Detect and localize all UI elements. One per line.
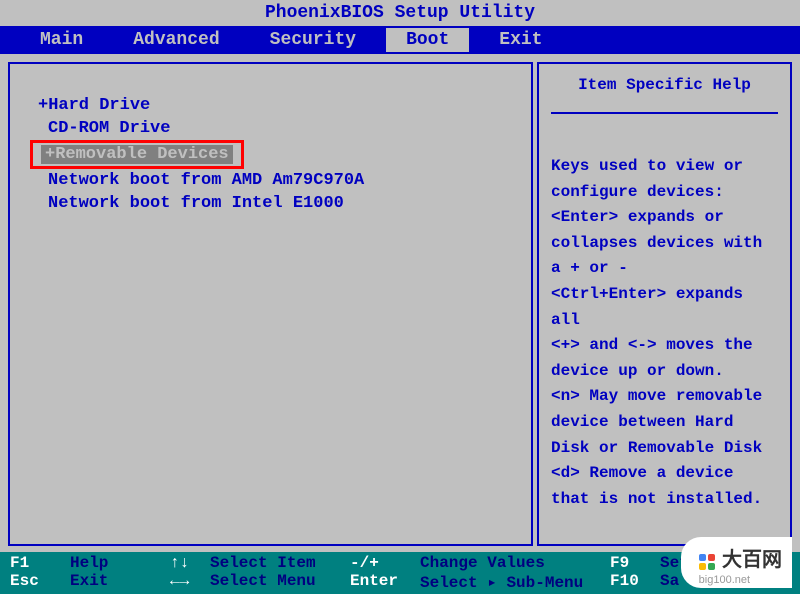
footer-key-f1[interactable]: F1 — [10, 554, 29, 572]
menu-bar: Main Advanced Security Boot Exit — [0, 26, 800, 54]
footer-label-selectitem: Select Item — [210, 554, 316, 572]
boot-item-removable[interactable]: +Removable Devices — [30, 140, 244, 169]
content-area: +Hard Drive CD-ROM Drive +Removable Devi… — [0, 54, 800, 554]
footer-label-exit: Exit — [70, 572, 108, 590]
footer-key-enter[interactable]: Enter — [350, 572, 398, 590]
menu-advanced[interactable]: Advanced — [113, 28, 239, 52]
app-title: PhoenixBIOS Setup Utility — [265, 3, 535, 23]
footer-key-updown[interactable]: ↑↓ — [170, 554, 189, 572]
footer-key-f10[interactable]: F10 — [610, 572, 639, 590]
boot-order-panel: +Hard Drive CD-ROM Drive +Removable Devi… — [8, 62, 533, 546]
title-bar: PhoenixBIOS Setup Utility — [0, 0, 800, 26]
menu-security[interactable]: Security — [250, 28, 376, 52]
watermark: 大百网 big100.net — [681, 537, 792, 588]
watermark-brand: 大百网 — [722, 549, 782, 571]
footer-key-f9[interactable]: F9 — [610, 554, 629, 572]
help-text: Keys used to view or configure devices: … — [551, 154, 778, 512]
footer-label-help: Help — [70, 554, 108, 572]
watermark-logo-icon — [699, 554, 717, 572]
footer-label-selectmenu: Select Menu — [210, 572, 316, 590]
help-panel: Item Specific Help Keys used to view or … — [537, 62, 792, 546]
menu-boot[interactable]: Boot — [386, 28, 469, 52]
help-title: Item Specific Help — [551, 72, 778, 114]
footer-label-changevalues: Change Values — [420, 554, 545, 572]
boot-item-hard-drive[interactable]: +Hard Drive — [30, 94, 511, 117]
footer-row-2: Esc Exit ←→ Select Menu Enter Select ▸ S… — [10, 572, 790, 592]
boot-item-cdrom[interactable]: CD-ROM Drive — [30, 117, 511, 140]
footer-key-plusminus[interactable]: -/+ — [350, 554, 379, 572]
footer-row-1: F1 Help ↑↓ Select Item -/+ Change Values… — [10, 554, 790, 572]
boot-item-network-amd[interactable]: Network boot from AMD Am79C970A — [30, 169, 511, 192]
footer-label-sa: Sa — [660, 572, 679, 590]
footer-label-selectsubmenu: Select ▸ Sub-Menu — [420, 572, 583, 592]
footer-key-esc[interactable]: Esc — [10, 572, 39, 590]
menu-main[interactable]: Main — [20, 28, 103, 52]
watermark-url: big100.net — [699, 574, 750, 586]
footer-key-leftright[interactable]: ←→ — [170, 572, 189, 590]
menu-exit[interactable]: Exit — [479, 28, 562, 52]
boot-item-network-intel[interactable]: Network boot from Intel E1000 — [30, 192, 511, 215]
